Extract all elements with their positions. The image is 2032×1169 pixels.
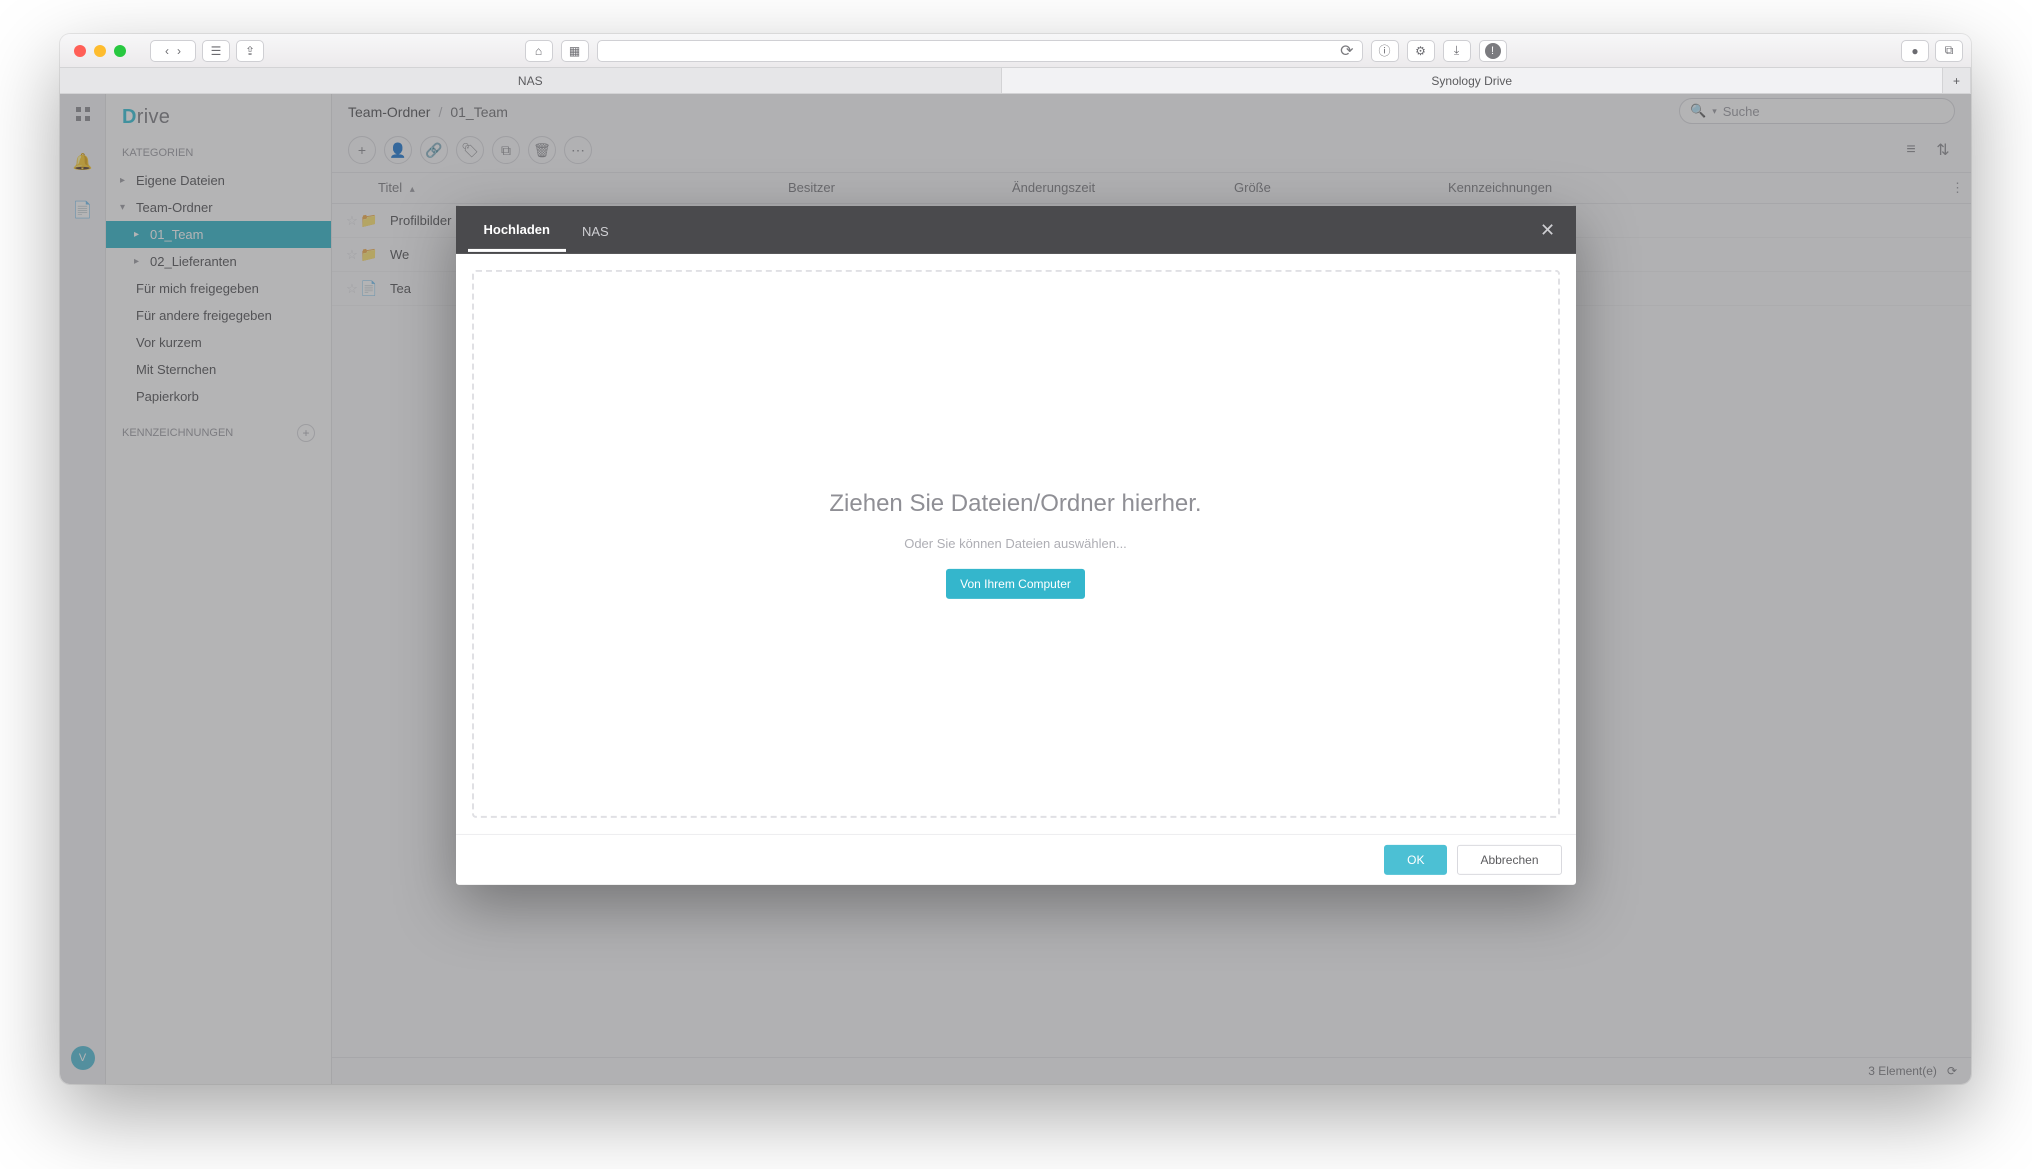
zoom-window-icon[interactable] (114, 45, 126, 57)
alert-icon[interactable]: ! (1479, 40, 1507, 62)
settings-icon[interactable]: ⚙ (1407, 40, 1435, 62)
ok-button[interactable]: OK (1384, 845, 1447, 875)
tabs-icon[interactable]: ⧉ (1935, 40, 1963, 62)
modal-footer: OK Abbrechen (456, 834, 1576, 885)
modal-tab-nas[interactable]: NAS (566, 209, 625, 250)
browser-tab-drive[interactable]: Synology Drive (1002, 68, 1944, 93)
titlebar: ‹› ☰ ⇪ ⌂ ▦ ⟳ ⓘ ⚙ ⤓ ! ● ⧉ (60, 34, 1971, 68)
dropzone-subtitle: Oder Sie können Dateien auswählen... (904, 535, 1127, 550)
close-icon[interactable]: ✕ (1532, 219, 1564, 240)
modal-tab-upload[interactable]: Hochladen (468, 208, 566, 252)
downloads-icon[interactable]: ● (1901, 40, 1929, 62)
dropzone[interactable]: Ziehen Sie Dateien/Ordner hierher. Oder … (472, 270, 1560, 818)
new-tab-button[interactable]: + (1943, 68, 1971, 93)
download-icon[interactable]: ⤓ (1443, 40, 1471, 62)
close-window-icon[interactable] (74, 45, 86, 57)
address-bar[interactable]: ⟳ (597, 40, 1363, 62)
browser-window: ‹› ☰ ⇪ ⌂ ▦ ⟳ ⓘ ⚙ ⤓ ! ● ⧉ NAS Synology Dr… (60, 34, 1971, 1084)
nav-back-forward[interactable]: ‹› (150, 40, 196, 62)
sidebar-toggle-icon[interactable]: ☰ (202, 40, 230, 62)
from-computer-button[interactable]: Von Ihrem Computer (946, 568, 1085, 598)
modal-tabbar: Hochladen NAS ✕ (456, 206, 1576, 254)
browser-tabstrip: NAS Synology Drive + (60, 68, 1971, 94)
traffic-lights (74, 45, 126, 57)
dropzone-title: Ziehen Sie Dateien/Ordner hierher. (829, 489, 1201, 517)
upload-modal: Hochladen NAS ✕ Ziehen Sie Dateien/Ordne… (456, 206, 1576, 885)
browser-tab-nas[interactable]: NAS (60, 68, 1002, 93)
share-icon[interactable]: ⇪ (236, 40, 264, 62)
info-icon[interactable]: ⓘ (1371, 40, 1399, 62)
minimize-window-icon[interactable] (94, 45, 106, 57)
cancel-button[interactable]: Abbrechen (1457, 845, 1561, 875)
apps-grid-icon[interactable]: ▦ (561, 40, 589, 62)
reload-icon[interactable]: ⟳ (1340, 41, 1353, 61)
home-icon[interactable]: ⌂ (525, 40, 553, 62)
